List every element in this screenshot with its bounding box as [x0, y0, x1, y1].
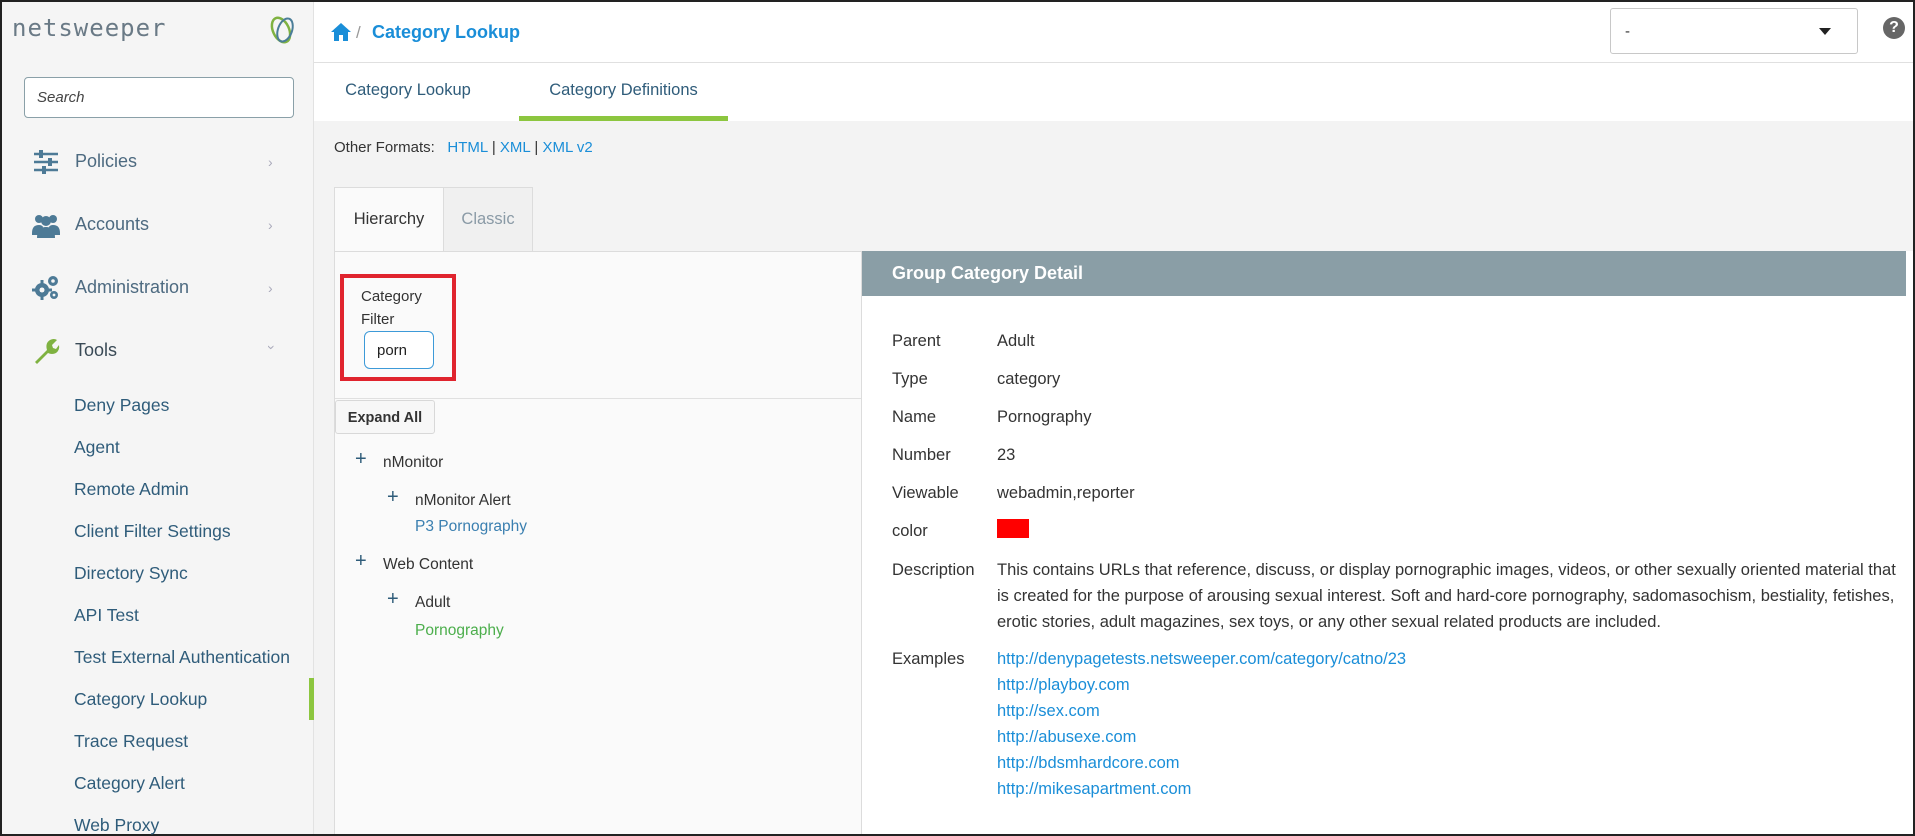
gears-icon — [32, 276, 58, 300]
color-swatch — [997, 519, 1029, 538]
format-separator: | — [534, 139, 539, 156]
tab-classic[interactable]: Classic — [444, 187, 533, 251]
tree-leaf-pornography[interactable]: Pornography — [415, 622, 504, 640]
breadcrumb-separator: / — [356, 23, 361, 42]
expand-plus-icon[interactable]: + — [355, 551, 367, 571]
other-formats: Other Formats: HTML | XML | XML v2 — [334, 139, 593, 156]
logo-icon — [270, 16, 294, 44]
tools-submenu: Deny Pages Agent Remote Admin Client Fil… — [2, 384, 314, 836]
example-link[interactable]: http://denypagetests.netsweeper.com/cate… — [997, 650, 1406, 669]
example-link[interactable]: http://bdsmhardcore.com — [997, 754, 1180, 773]
wrench-icon — [35, 339, 60, 364]
sidebar-item-label: Policies — [75, 151, 138, 171]
sliders-icon — [34, 150, 58, 174]
expand-plus-icon[interactable]: + — [387, 487, 399, 507]
sidebar-item-label: Tools — [75, 340, 118, 360]
topbar: / Category Lookup - ? — [314, 2, 1913, 63]
tree-node-adult[interactable]: Adult — [415, 594, 450, 612]
detail-value-parent: Adult — [997, 332, 1035, 350]
detail-label-parent: Parent — [892, 332, 941, 350]
sidebar-item-administration[interactable]: Administration › — [2, 258, 314, 321]
detail-value-name: Pornography — [997, 408, 1092, 426]
tools-item-remote-admin[interactable]: Remote Admin — [2, 468, 314, 510]
detail-value-number: 23 — [997, 446, 1016, 464]
caret-down-icon — [1819, 28, 1831, 35]
sidebar-item-policies[interactable]: Policies › — [2, 132, 314, 195]
tools-item-agent[interactable]: Agent — [2, 426, 314, 468]
top-select[interactable]: - — [1610, 8, 1858, 54]
detail-label-viewable: Viewable — [892, 484, 959, 502]
sidebar-item-tools[interactable]: Tools › — [2, 321, 314, 384]
sidebar-item-label: Accounts — [75, 214, 150, 234]
help-icon[interactable]: ? — [1883, 17, 1905, 39]
example-link[interactable]: http://abusexe.com — [997, 728, 1136, 747]
detail-heading: Group Category Detail — [892, 263, 1084, 283]
example-link[interactable]: http://playboy.com — [997, 676, 1130, 695]
category-filter-label: Category Filter — [361, 288, 422, 328]
logo-row: netsweeper — [2, 2, 313, 62]
sidebar: netsweeper Policies › — [2, 2, 314, 836]
detail-label-name: Name — [892, 408, 937, 426]
expand-all-button[interactable]: Expand All — [335, 400, 435, 434]
tools-item-client-filter-settings[interactable]: Client Filter Settings — [2, 510, 314, 552]
sidebar-nav: Policies › Accounts › Administration › T… — [2, 132, 314, 384]
sidebar-item-accounts[interactable]: Accounts › — [2, 195, 314, 258]
category-detail-panel: Group Category Detail Parent Adult Type … — [861, 251, 1913, 834]
expand-plus-icon[interactable]: + — [387, 589, 399, 609]
home-icon[interactable] — [330, 22, 352, 42]
detail-header: Group Category Detail — [862, 251, 1906, 296]
detail-label-examples: Examples — [892, 650, 965, 668]
tools-item-category-lookup[interactable]: Category Lookup — [2, 678, 314, 720]
page-title: Category Lookup — [372, 22, 521, 42]
tools-item-api-test[interactable]: API Test — [2, 594, 314, 636]
expand-plus-icon[interactable]: + — [355, 449, 367, 469]
format-link-xml-v2[interactable]: XML v2 — [542, 139, 592, 156]
detail-label-description: Description — [892, 561, 975, 579]
tools-item-test-external-authentication[interactable]: Test External Authentication — [2, 636, 314, 678]
chevron-right-icon: › — [268, 154, 273, 170]
tree-node-nmonitor-alert[interactable]: nMonitor Alert — [415, 492, 511, 510]
other-formats-label: Other Formats: — [334, 139, 435, 156]
tools-item-directory-sync[interactable]: Directory Sync — [2, 552, 314, 594]
logo-text: netsweeper — [12, 14, 167, 42]
category-filter-input[interactable] — [364, 331, 434, 369]
sidebar-search-input[interactable] — [24, 77, 294, 118]
divider — [335, 398, 862, 399]
detail-label-color: color — [892, 522, 928, 540]
detail-value-viewable: webadmin,reporter — [997, 484, 1135, 502]
content-area: Other Formats: HTML | XML | XML v2 Hiera… — [314, 121, 1913, 834]
users-icon — [32, 215, 60, 238]
chevron-right-icon: › — [268, 217, 273, 233]
example-link[interactable]: http://sex.com — [997, 702, 1100, 721]
tab-category-lookup[interactable]: Category Lookup — [336, 63, 480, 121]
tree-node-web-content[interactable]: Web Content — [383, 556, 473, 574]
format-link-xml[interactable]: XML — [500, 139, 530, 156]
sidebar-item-label: Administration — [75, 277, 190, 297]
tab-hierarchy[interactable]: Hierarchy — [334, 187, 444, 251]
tools-item-web-proxy[interactable]: Web Proxy — [2, 804, 314, 836]
detail-value-description: This contains URLs that reference, discu… — [997, 561, 1896, 631]
tools-item-deny-pages[interactable]: Deny Pages — [2, 384, 314, 426]
format-link-html[interactable]: HTML — [447, 139, 487, 156]
tree-node-nmonitor[interactable]: nMonitor — [383, 454, 443, 472]
example-link[interactable]: http://mikesapartment.com — [997, 780, 1191, 799]
main-tabs: Category Lookup Category Definitions — [314, 63, 1913, 121]
chevron-down-icon: › — [264, 345, 280, 350]
tools-item-category-alert[interactable]: Category Alert — [2, 762, 314, 804]
detail-value-type: category — [997, 370, 1061, 388]
detail-label-number: Number — [892, 446, 951, 464]
hierarchy-panel: Category Filter Expand All + nMonitor + … — [334, 251, 862, 834]
top-select-value: - — [1625, 23, 1630, 40]
tree-leaf-p3-pornography[interactable]: P3 Pornography — [415, 518, 527, 536]
chevron-right-icon: › — [268, 280, 273, 296]
tools-item-trace-request[interactable]: Trace Request — [2, 720, 314, 762]
tab-category-definitions[interactable]: Category Definitions — [519, 63, 728, 121]
detail-label-type: Type — [892, 370, 928, 388]
format-separator: | — [491, 139, 496, 156]
